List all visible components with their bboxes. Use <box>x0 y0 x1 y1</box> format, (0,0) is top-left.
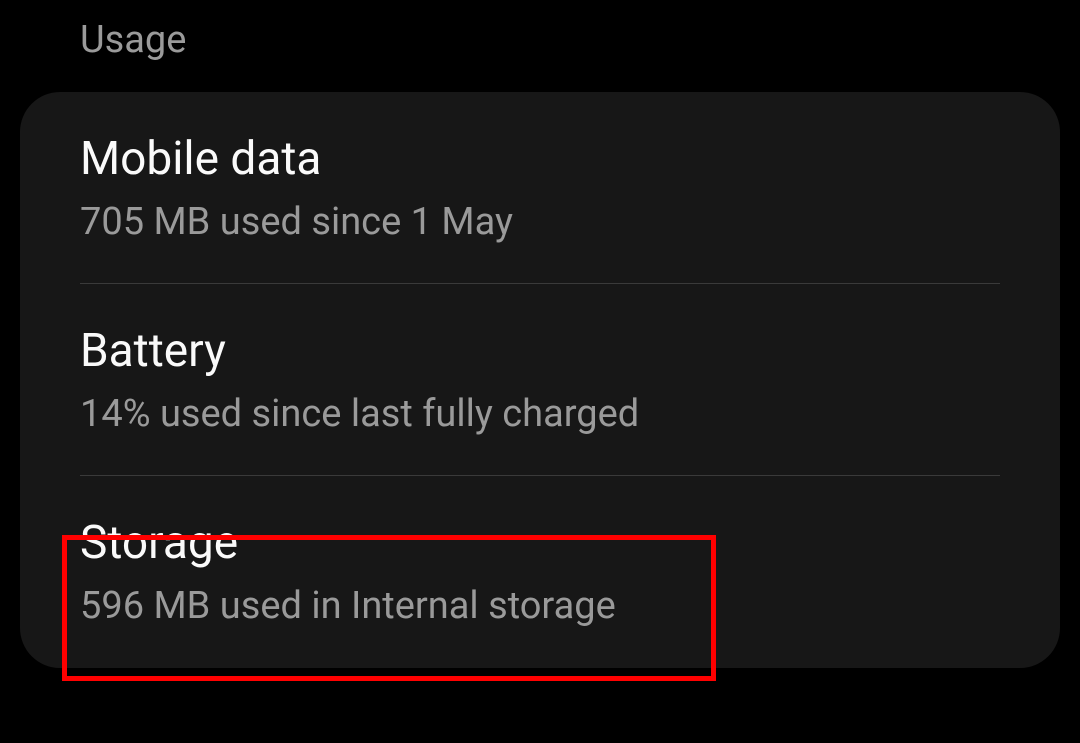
usage-card: Mobile data 705 MB used since 1 May Batt… <box>20 92 1060 668</box>
mobile-data-subtitle: 705 MB used since 1 May <box>80 200 1000 244</box>
storage-subtitle: 596 MB used in Internal storage <box>80 584 1000 628</box>
section-header-usage: Usage <box>0 0 1080 92</box>
battery-item[interactable]: Battery 14% used since last fully charge… <box>20 284 1060 476</box>
storage-title: Storage <box>80 516 1000 570</box>
storage-item[interactable]: Storage 596 MB used in Internal storage <box>20 476 1060 668</box>
mobile-data-item[interactable]: Mobile data 705 MB used since 1 May <box>20 92 1060 284</box>
battery-title: Battery <box>80 324 1000 378</box>
battery-subtitle: 14% used since last fully charged <box>80 392 1000 436</box>
mobile-data-title: Mobile data <box>80 132 1000 186</box>
